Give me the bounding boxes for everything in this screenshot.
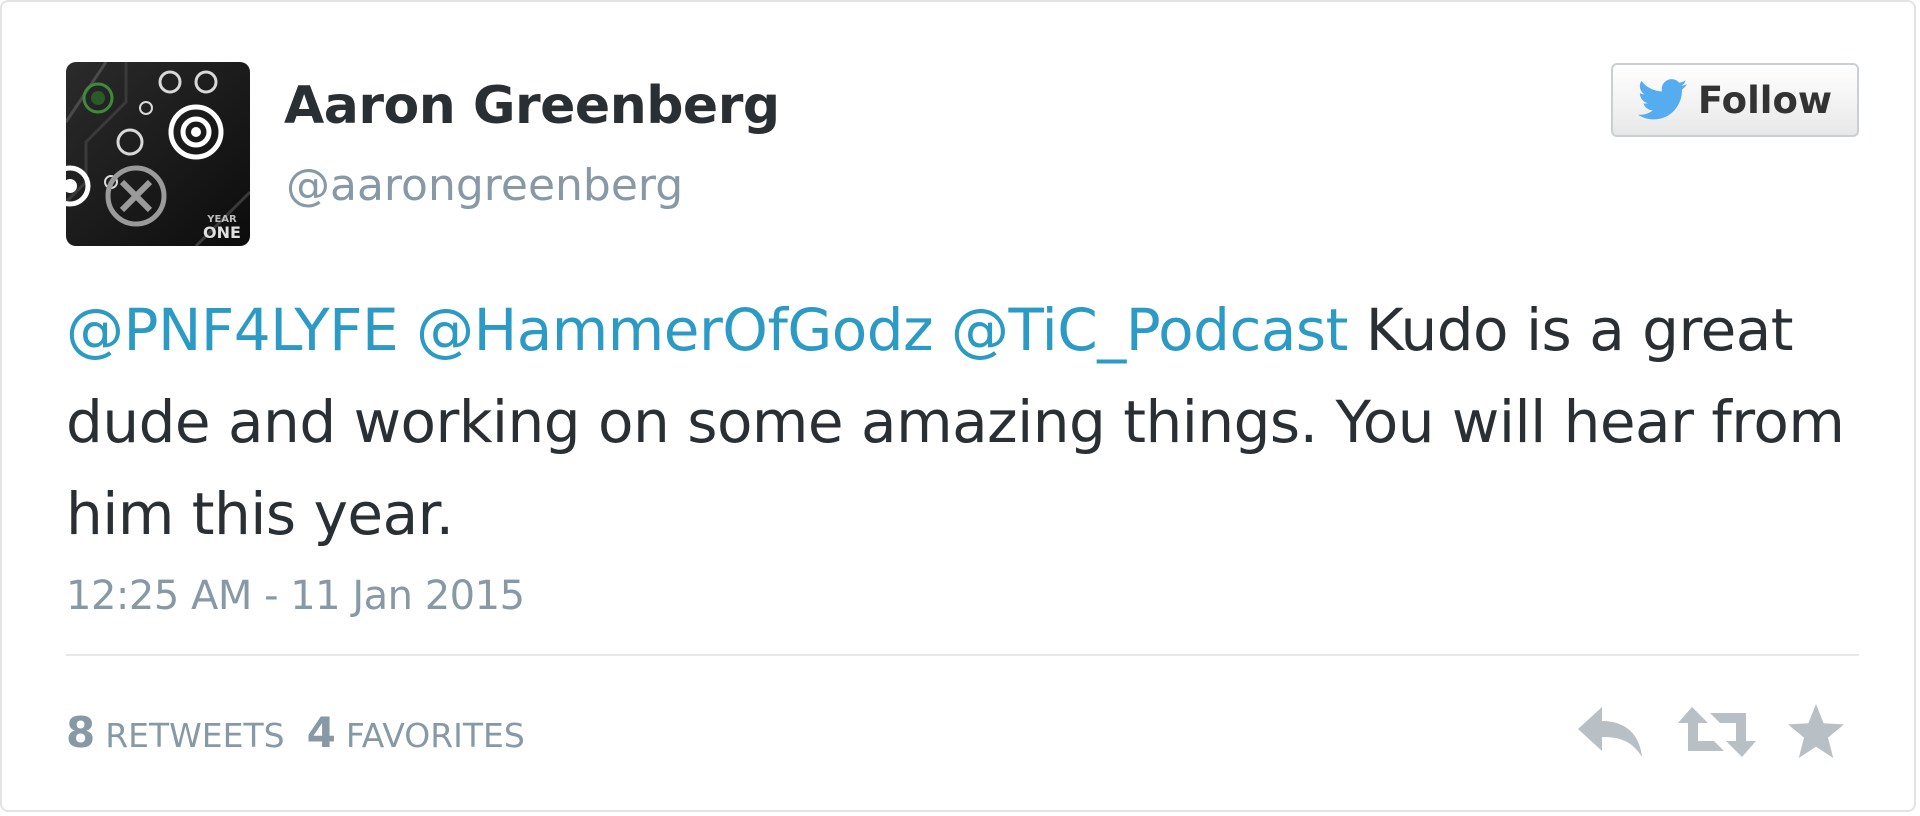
tweet-text: @PNF4LYFE @HammerOfGodz @TiC_Podcast Kud… bbox=[66, 284, 1866, 560]
reply-icon[interactable] bbox=[1576, 705, 1648, 759]
favorites-count[interactable]: 4 bbox=[307, 708, 336, 757]
retweet-icon[interactable] bbox=[1676, 705, 1758, 759]
tweet-stats: 8 RETWEETS 4 FAVORITES bbox=[66, 708, 547, 757]
controller-avatar-icon[interactable]: YEAR ONE bbox=[66, 62, 250, 246]
tweet-card: YEAR ONE Aaron Greenberg @aarongreenberg… bbox=[0, 0, 1916, 812]
tweet-timestamp[interactable]: 12:25 AM - 11 Jan 2015 bbox=[66, 573, 525, 619]
mention-link[interactable]: @PNF4LYFE bbox=[66, 296, 399, 364]
star-icon[interactable] bbox=[1786, 704, 1846, 760]
follow-label: Follow bbox=[1697, 78, 1833, 122]
tweet-actions bbox=[1576, 704, 1846, 760]
follow-button[interactable]: Follow bbox=[1611, 63, 1859, 137]
favorites-label[interactable]: FAVORITES bbox=[346, 716, 525, 755]
mention-link[interactable]: @HammerOfGodz bbox=[416, 296, 933, 364]
user-handle[interactable]: @aarongreenberg bbox=[286, 160, 683, 211]
retweets-label[interactable]: RETWEETS bbox=[105, 716, 284, 755]
divider bbox=[66, 654, 1859, 656]
mention-link[interactable]: @TiC_Podcast bbox=[951, 296, 1348, 364]
user-name[interactable]: Aaron Greenberg bbox=[284, 76, 780, 136]
retweets-count[interactable]: 8 bbox=[66, 708, 95, 757]
twitter-bird-icon bbox=[1637, 79, 1688, 120]
svg-text:ONE: ONE bbox=[203, 223, 241, 242]
